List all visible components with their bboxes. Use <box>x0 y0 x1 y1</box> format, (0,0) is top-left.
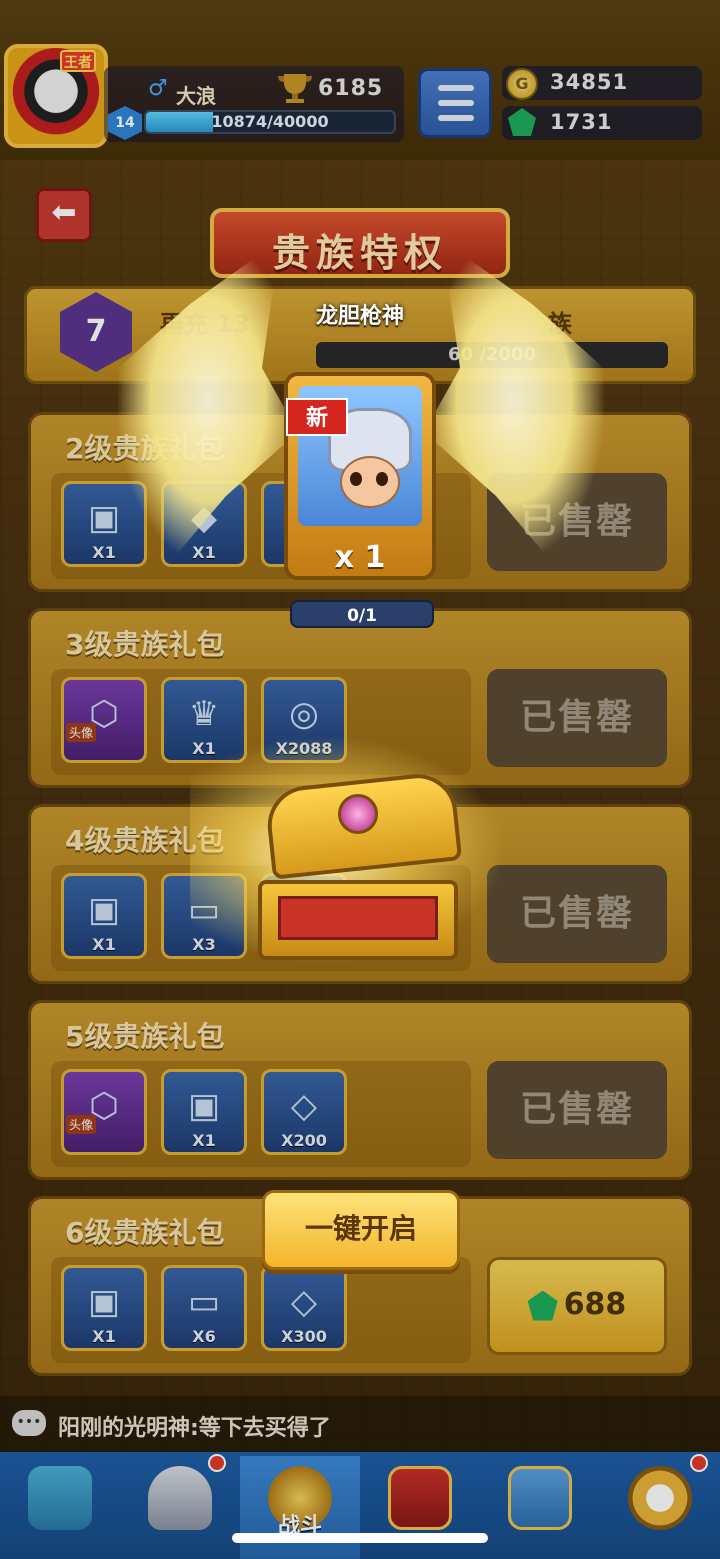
hero-eye <box>350 472 362 486</box>
chest-gem <box>338 794 378 834</box>
golden-chest-icon[interactable] <box>258 770 478 970</box>
open-all-button[interactable]: 一键开启 <box>262 1190 460 1270</box>
new-badge: 新 <box>286 398 348 436</box>
hero-name: 龙胆枪神 <box>315 304 404 329</box>
hero-face <box>340 456 400 508</box>
game-screen: 王者 ♂ 大浪 6185 14 10874/40000 G 34851 1731… <box>0 0 720 1559</box>
hero-eye <box>376 472 388 486</box>
chest-band <box>278 896 438 940</box>
hero-quantity: x 1 <box>334 540 386 575</box>
shard-progress: 0/1 <box>290 600 434 628</box>
home-indicator[interactable] <box>232 1533 488 1543</box>
